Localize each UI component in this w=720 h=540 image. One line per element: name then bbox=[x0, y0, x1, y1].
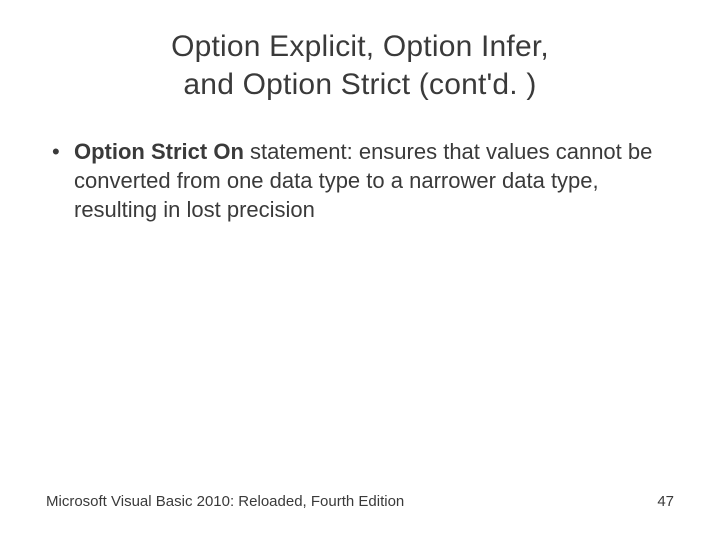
slide-body: Option Strict On statement: ensures that… bbox=[0, 103, 720, 224]
bullet-bold: Option Strict On bbox=[74, 139, 244, 164]
title-line-1: Option Explicit, Option Infer, bbox=[171, 30, 549, 63]
title-line-2: and Option Strict (cont'd. ) bbox=[183, 68, 536, 101]
bullet-item: Option Strict On statement: ensures that… bbox=[46, 137, 674, 224]
slide-title: Option Explicit, Option Infer, and Optio… bbox=[0, 0, 720, 103]
page-number: 47 bbox=[657, 493, 674, 510]
bullet-list: Option Strict On statement: ensures that… bbox=[46, 137, 674, 224]
footer-source: Microsoft Visual Basic 2010: Reloaded, F… bbox=[46, 493, 404, 510]
slide: Option Explicit, Option Infer, and Optio… bbox=[0, 0, 720, 540]
